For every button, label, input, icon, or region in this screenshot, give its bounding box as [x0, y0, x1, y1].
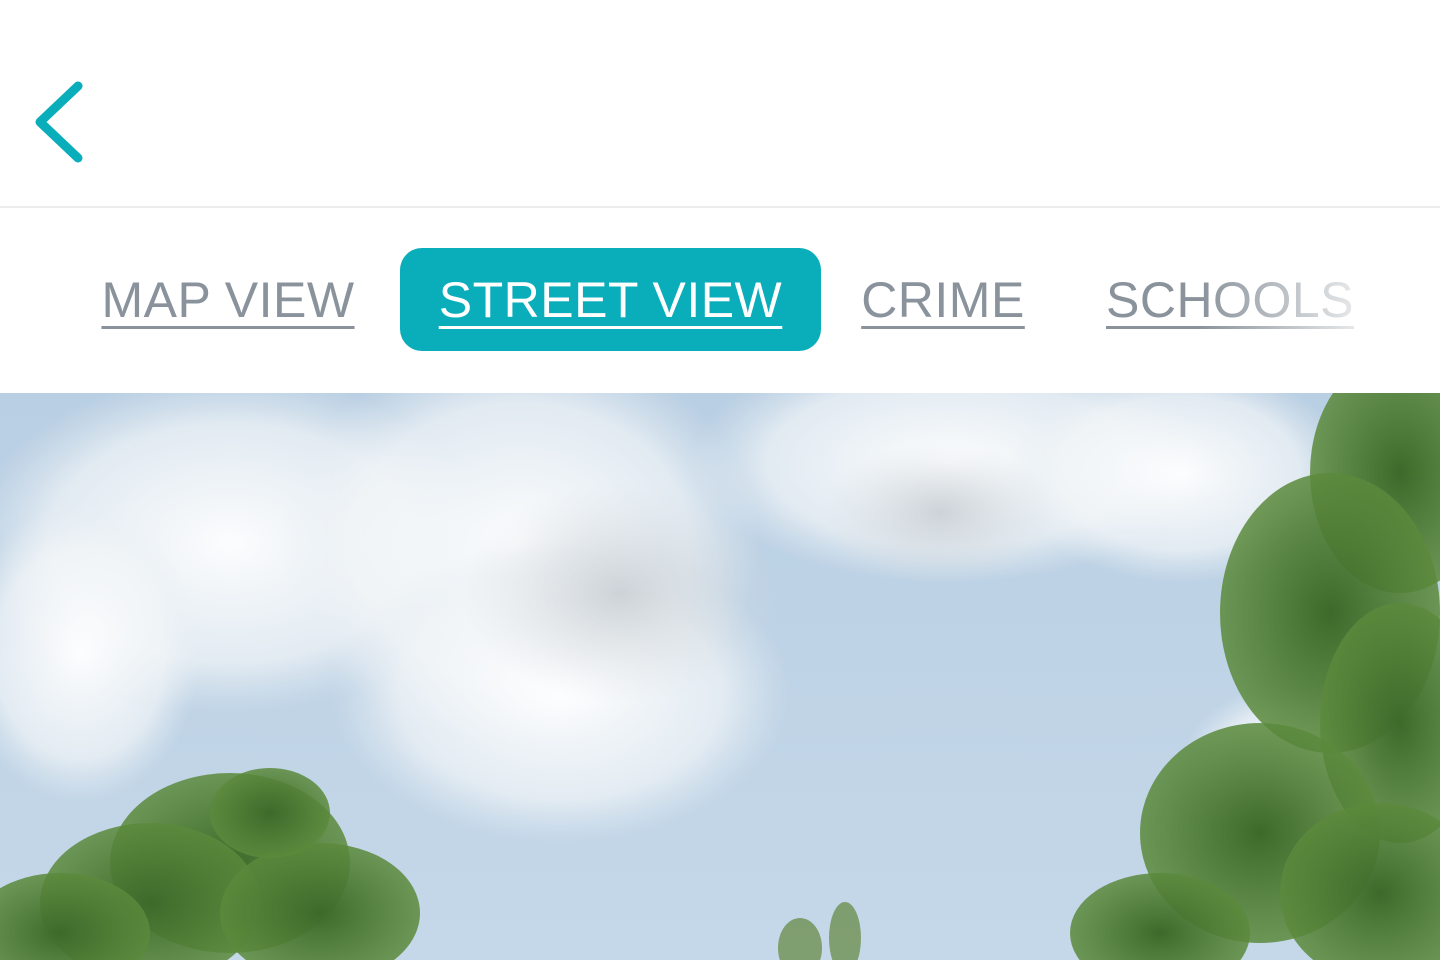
top-bar [0, 0, 1440, 208]
street-view-panorama[interactable] [0, 393, 1440, 960]
street-view-image [0, 393, 1440, 960]
chevron-left-icon [35, 81, 83, 163]
tab-schools[interactable]: SCHOOLS [1085, 248, 1375, 351]
tab-street-view[interactable]: STREET VIEW [400, 248, 821, 351]
view-tabs: MAP VIEW STREET VIEW CRIME SCHOOLS [0, 208, 1440, 393]
tab-crime[interactable]: CRIME [845, 248, 1041, 351]
tab-map-view[interactable]: MAP VIEW [80, 248, 376, 351]
back-button[interactable] [28, 76, 92, 168]
